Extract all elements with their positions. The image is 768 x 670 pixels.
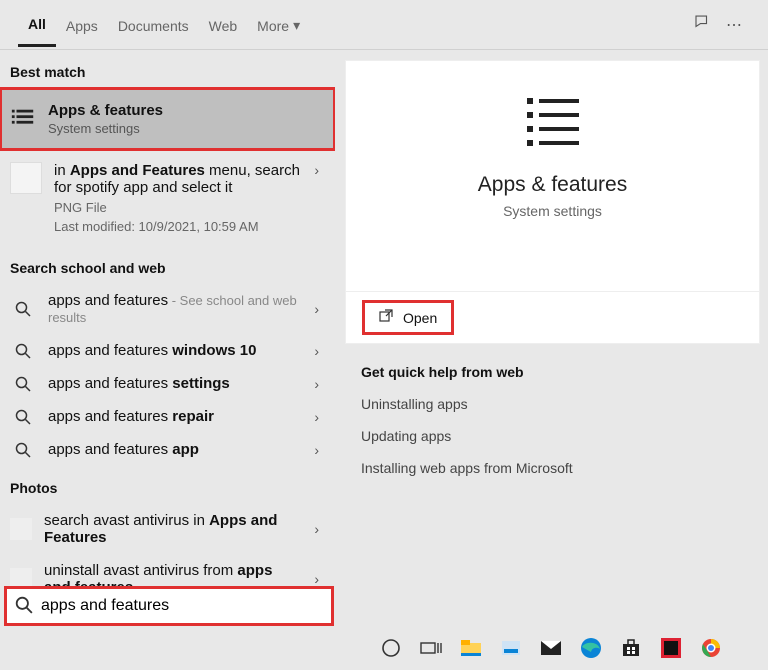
chevron-right-icon: › — [314, 409, 325, 425]
preview-actions: Open — [345, 292, 760, 344]
web-result-text: apps and features - See school and web r… — [48, 292, 302, 326]
result-file-png[interactable]: in Apps and Features menu, search for sp… — [0, 150, 335, 246]
section-best-match: Best match — [0, 50, 335, 88]
taskbar-mail-icon[interactable] — [538, 635, 564, 661]
more-options-icon[interactable]: ⋯ — [718, 15, 750, 35]
web-result-text: apps and features app — [48, 441, 302, 458]
search-scope-tabs: All Apps Documents Web More ▾ ⋯ — [0, 0, 768, 50]
chevron-right-icon: › — [314, 442, 325, 458]
web-result-text: apps and features repair — [48, 408, 302, 425]
web-result-3[interactable]: apps and features repair › — [0, 400, 335, 433]
chevron-right-icon: › — [314, 521, 325, 537]
preview-card: Apps & features System settings — [345, 60, 760, 292]
results-panel: Best match Apps & features System settin… — [0, 50, 335, 625]
taskbar-cortana-icon[interactable] — [378, 635, 404, 661]
result-apps-and-features[interactable]: Apps & features System settings — [0, 88, 335, 150]
tab-apps[interactable]: Apps — [56, 4, 108, 46]
photo-result-0[interactable]: search avast antivirus in Apps and Featu… — [0, 504, 335, 554]
taskbar-store-icon[interactable] — [618, 635, 644, 661]
taskbar — [0, 626, 768, 670]
quick-help-section: Get quick help from web Uninstalling app… — [345, 344, 760, 512]
file-result-modified: Last modified: 10/9/2021, 10:59 AM — [54, 219, 302, 234]
best-match-subtitle: System settings — [48, 121, 325, 136]
search-input[interactable] — [41, 597, 323, 615]
search-icon — [10, 409, 36, 425]
taskbar-taskview-icon[interactable] — [418, 635, 444, 661]
web-result-4[interactable]: apps and features app › — [0, 433, 335, 466]
open-button-label: Open — [403, 310, 437, 326]
help-link-0[interactable]: Uninstalling apps — [361, 396, 744, 412]
search-icon — [10, 442, 36, 458]
preview-subtitle: System settings — [503, 203, 602, 219]
taskbar-edge-icon[interactable] — [578, 635, 604, 661]
chevron-right-icon: › — [314, 343, 325, 359]
taskbar-file-explorer-icon[interactable] — [458, 635, 484, 661]
result-text: Apps & features System settings — [48, 102, 325, 136]
section-search-web: Search school and web — [0, 246, 335, 284]
file-result-type: PNG File — [54, 200, 302, 215]
tab-more-label: More — [257, 18, 289, 34]
chevron-down-icon: ▾ — [293, 17, 300, 34]
feedback-icon[interactable] — [686, 13, 718, 36]
web-result-2[interactable]: apps and features settings › — [0, 367, 335, 400]
photo-result-text: search avast antivirus in Apps and Featu… — [44, 512, 302, 546]
preview-title: Apps & features — [478, 173, 627, 197]
section-photos: Photos — [0, 466, 335, 504]
search-icon — [10, 343, 36, 359]
apps-features-large-icon — [521, 87, 585, 157]
search-box[interactable] — [4, 586, 334, 626]
web-result-0[interactable]: apps and features - See school and web r… — [0, 284, 335, 334]
help-link-2[interactable]: Installing web apps from Microsoft — [361, 460, 744, 476]
help-link-1[interactable]: Updating apps — [361, 428, 744, 444]
taskbar-app-icon-2[interactable] — [658, 635, 684, 661]
file-thumbnail-icon — [10, 162, 42, 194]
quick-help-header: Get quick help from web — [361, 364, 744, 380]
preview-panel: Apps & features System settings Open Get… — [335, 50, 768, 625]
open-button[interactable]: Open — [362, 300, 454, 335]
file-result-title: in Apps and Features menu, search for sp… — [54, 162, 302, 196]
taskbar-app-icon-1[interactable] — [498, 635, 524, 661]
tab-all[interactable]: All — [18, 2, 56, 47]
settings-list-icon — [10, 105, 36, 133]
web-result-text: apps and features settings — [48, 375, 302, 392]
taskbar-chrome-icon[interactable] — [698, 635, 724, 661]
search-icon — [10, 301, 36, 317]
chevron-right-icon: › — [314, 162, 325, 178]
search-icon — [10, 376, 36, 392]
tab-web[interactable]: Web — [199, 4, 248, 46]
tab-more[interactable]: More ▾ — [247, 3, 310, 46]
best-match-title: Apps & features — [48, 102, 325, 119]
chevron-right-icon: › — [314, 571, 325, 587]
chevron-right-icon: › — [314, 301, 325, 317]
photo-thumbnail-icon — [10, 518, 32, 540]
web-result-text: apps and features windows 10 — [48, 342, 302, 359]
chevron-right-icon: › — [314, 376, 325, 392]
tab-documents[interactable]: Documents — [108, 4, 199, 46]
open-icon — [379, 309, 393, 326]
web-result-1[interactable]: apps and features windows 10 › — [0, 334, 335, 367]
search-icon — [15, 596, 33, 617]
